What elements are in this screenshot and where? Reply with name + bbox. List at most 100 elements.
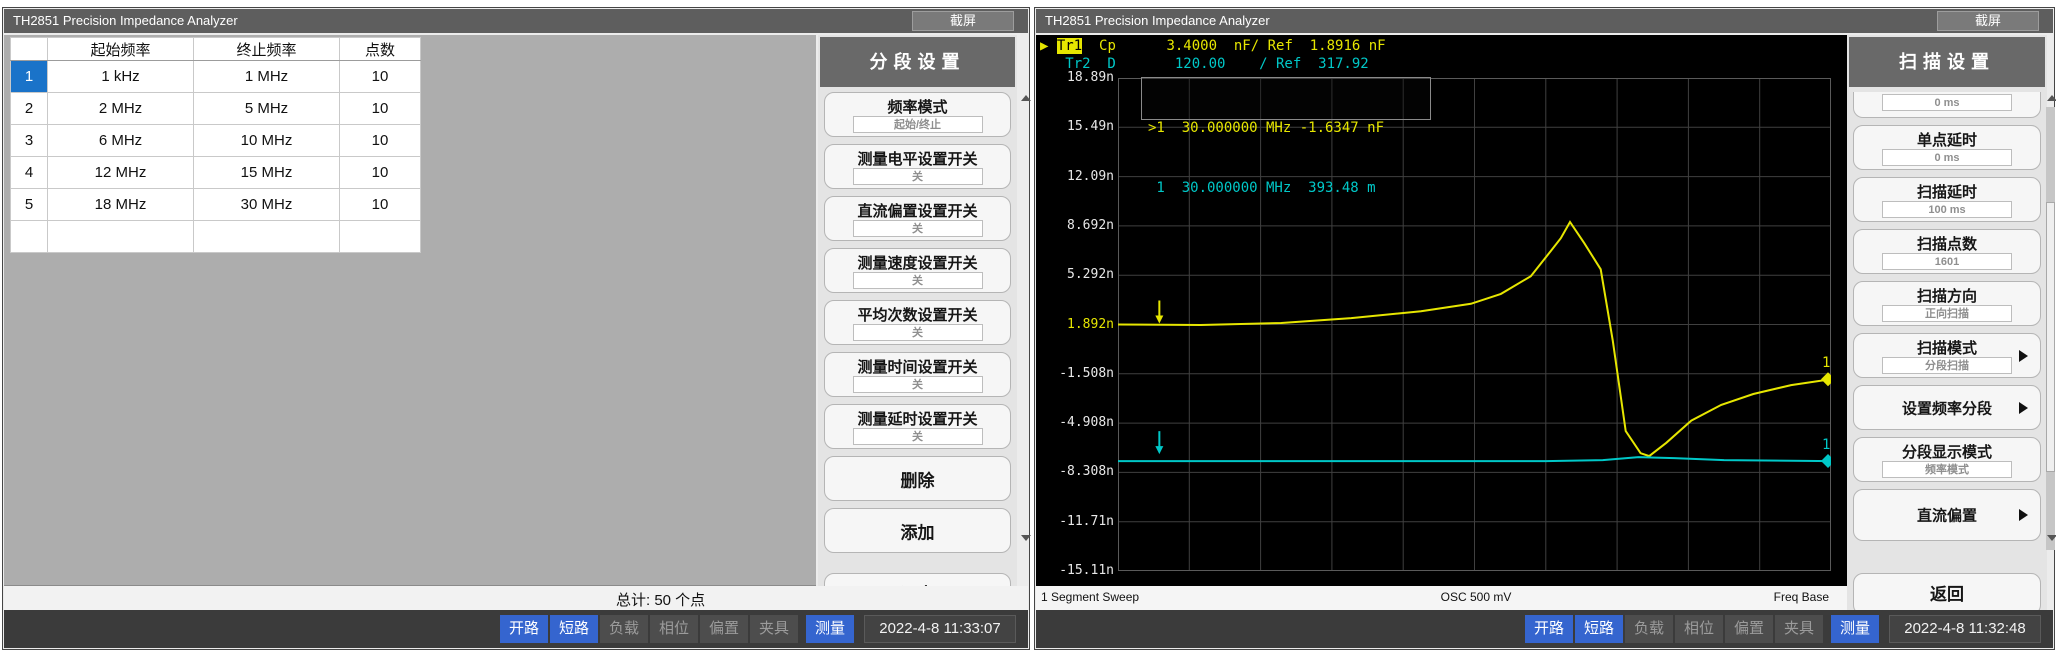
panel-button-测量电平设置开关[interactable]: 测量电平设置开关关 <box>824 144 1011 189</box>
statusbar-button-负载[interactable]: 负载 <box>600 615 648 643</box>
row-number-cell[interactable]: 5 <box>11 189 48 221</box>
panel-button-删除[interactable]: 删除 <box>824 456 1011 501</box>
table-cell[interactable] <box>48 221 194 253</box>
segment-table[interactable]: 起始频率终止频率点数11 kHz1 MHz1022 MHz5 MHz1036 M… <box>10 37 421 253</box>
column-header: 起始频率 <box>48 38 194 61</box>
panel-button-分段显示模式[interactable]: 分段显示模式频率模式 <box>1853 437 2041 482</box>
panel-button-设置频率分段[interactable]: 设置频率分段 <box>1853 385 2041 430</box>
table-cell[interactable]: 15 MHz <box>194 157 340 189</box>
window-segment-setup: TH2851 Precision Impedance Analyzer 截屏 起… <box>2 7 1030 650</box>
scrollbar-thumb[interactable] <box>2046 202 2055 472</box>
table-cell[interactable]: 30 MHz <box>194 189 340 221</box>
chart-area: ▶ Tr1 Cp 3.4000 nF/ Ref 1.8916 nF Tr2 D … <box>1036 35 1847 586</box>
panel-button-扫描方向[interactable]: 扫描方向正向扫描 <box>1853 281 2041 326</box>
statusbar-button-开路[interactable]: 开路 <box>1525 615 1573 643</box>
table-row[interactable] <box>11 221 421 253</box>
table-cell[interactable]: 10 <box>340 125 421 157</box>
statusbar-button-负载[interactable]: 负载 <box>1625 615 1673 643</box>
panel-button-label: 频率模式 <box>825 96 1010 117</box>
y-tick-label: -15.11n <box>1059 563 1114 578</box>
scroll-down-icon[interactable] <box>1021 535 1031 541</box>
panel-button-直流偏置设置开关[interactable]: 直流偏置设置开关关 <box>824 196 1011 241</box>
panel-button-测量速度设置开关[interactable]: 测量速度设置开关关 <box>824 248 1011 293</box>
panel-button-添加[interactable]: 添加 <box>824 508 1011 553</box>
statusbar-button-短路[interactable]: 短路 <box>550 615 598 643</box>
y-tick-label: -8.308n <box>1059 464 1114 479</box>
marker-diamond-Tr2 <box>1821 454 1831 468</box>
right-screenshot-button[interactable]: 截屏 <box>1937 11 2039 31</box>
table-cell[interactable]: 10 <box>340 157 421 189</box>
return-button[interactable]: 返回 <box>1853 573 2041 615</box>
row-number-cell[interactable]: 2 <box>11 93 48 125</box>
scroll-up-icon[interactable] <box>2047 95 2056 101</box>
scroll-down-icon[interactable] <box>2047 535 2056 541</box>
statusbar-button-相位[interactable]: 相位 <box>650 615 698 643</box>
panel-button-label: 扫描延时 <box>1854 181 2040 202</box>
y-tick-label: 5.292n <box>1067 267 1114 282</box>
right-statusbar: 开路短路负载相位偏置夹具测量2022-4-8 11:32:48 <box>1036 610 2053 648</box>
segment-panel-title: 分段设置 <box>820 37 1015 87</box>
row-number-cell[interactable]: 1 <box>11 61 48 93</box>
statusbar-button-短路[interactable]: 短路 <box>1575 615 1623 643</box>
table-row[interactable]: 412 MHz15 MHz10 <box>11 157 421 189</box>
table-cell[interactable]: 6 MHz <box>48 125 194 157</box>
table-cell[interactable]: 12 MHz <box>48 157 194 189</box>
table-row[interactable]: 36 MHz10 MHz10 <box>11 125 421 157</box>
panel-button-扫描延时[interactable]: 扫描延时100 ms <box>1853 177 2041 222</box>
scroll-up-icon[interactable] <box>1021 95 1031 101</box>
y-tick-label: 12.09n <box>1067 169 1114 184</box>
panel-button-扫描模式[interactable]: 扫描模式分段扫描 <box>1853 333 2041 378</box>
marker1-tr2-readout: 1 30.000000 MHz 393.48 m <box>1148 178 1430 198</box>
table-row[interactable]: 11 kHz1 MHz10 <box>11 61 421 93</box>
row-number-cell[interactable]: 3 <box>11 125 48 157</box>
panel-button-测量时间设置开关[interactable]: 测量时间设置开关关 <box>824 352 1011 397</box>
panel-button-label: 直流偏置 <box>1854 505 2040 526</box>
statusbar-button-相位[interactable]: 相位 <box>1675 615 1723 643</box>
table-cell[interactable]: 10 <box>340 93 421 125</box>
statusbar-button-偏置[interactable]: 偏置 <box>700 615 748 643</box>
panel-button-partial[interactable]: 0 ms <box>1853 92 2041 118</box>
panel-button-直流偏置[interactable]: 直流偏置 <box>1853 489 2041 541</box>
panel-button-label: 平均次数设置开关 <box>825 304 1010 325</box>
table-cell[interactable]: 10 MHz <box>194 125 340 157</box>
statusbar-button-测量[interactable]: 测量 <box>1831 615 1879 643</box>
segment-setup-panel: 分段设置 频率模式起始/终止测量电平设置开关关直流偏置设置开关关测量速度设置开关… <box>818 35 1017 610</box>
statusbar-button-夹具[interactable]: 夹具 <box>1775 615 1823 643</box>
statusbar-button-测量[interactable]: 测量 <box>806 615 854 643</box>
marker-readout-box: >1 30.000000 MHz -1.6347 nF 1 30.000000 … <box>1141 77 1431 120</box>
panel-button-平均次数设置开关[interactable]: 平均次数设置开关关 <box>824 300 1011 345</box>
statusbar-button-夹具[interactable]: 夹具 <box>750 615 798 643</box>
table-cell[interactable]: 18 MHz <box>48 189 194 221</box>
table-cell[interactable]: 1 MHz <box>194 61 340 93</box>
y-tick-label: 1.892n <box>1067 317 1114 332</box>
table-cell[interactable] <box>194 221 340 253</box>
statusbar-button-开路[interactable]: 开路 <box>500 615 548 643</box>
panel-button-label: 单点延时 <box>1854 129 2040 150</box>
scrollbar-track[interactable] <box>2046 107 2055 550</box>
panel-button-测量延时设置开关[interactable]: 测量延时设置开关关 <box>824 404 1011 449</box>
panel-button-频率模式[interactable]: 频率模式起始/终止 <box>824 92 1011 137</box>
panel-button-value: 关 <box>853 428 983 445</box>
row-number-cell[interactable] <box>11 221 48 253</box>
panel-button-label: 设置频率分段 <box>1854 397 2040 418</box>
panel-button-label: 扫描点数 <box>1854 233 2040 254</box>
panel-button-label: 直流偏置设置开关 <box>825 200 1010 221</box>
left-screenshot-button[interactable]: 截屏 <box>912 11 1014 31</box>
table-row[interactable]: 518 MHz30 MHz10 <box>11 189 421 221</box>
panel-button-单点延时[interactable]: 单点延时0 ms <box>1853 125 2041 170</box>
y-tick-label: 8.692n <box>1067 218 1114 233</box>
chart-footer: 1 Segment Sweep OSC 500 mV Freq Base <box>1036 586 1847 611</box>
panel-button-扫描点数[interactable]: 扫描点数1601 <box>1853 229 2041 274</box>
table-cell[interactable]: 5 MHz <box>194 93 340 125</box>
table-cell[interactable]: 2 MHz <box>48 93 194 125</box>
table-cell[interactable] <box>340 221 421 253</box>
row-number-cell[interactable]: 4 <box>11 157 48 189</box>
table-cell[interactable]: 1 kHz <box>48 61 194 93</box>
table-row[interactable]: 22 MHz5 MHz10 <box>11 93 421 125</box>
panel-button-value: 起始/终止 <box>853 116 983 133</box>
statusbar-button-偏置[interactable]: 偏置 <box>1725 615 1773 643</box>
panel-button-label: 扫描方向 <box>1854 285 2040 306</box>
left-titlebar: TH2851 Precision Impedance Analyzer 截屏 <box>4 9 1028 33</box>
table-cell[interactable]: 10 <box>340 61 421 93</box>
table-cell[interactable]: 10 <box>340 189 421 221</box>
